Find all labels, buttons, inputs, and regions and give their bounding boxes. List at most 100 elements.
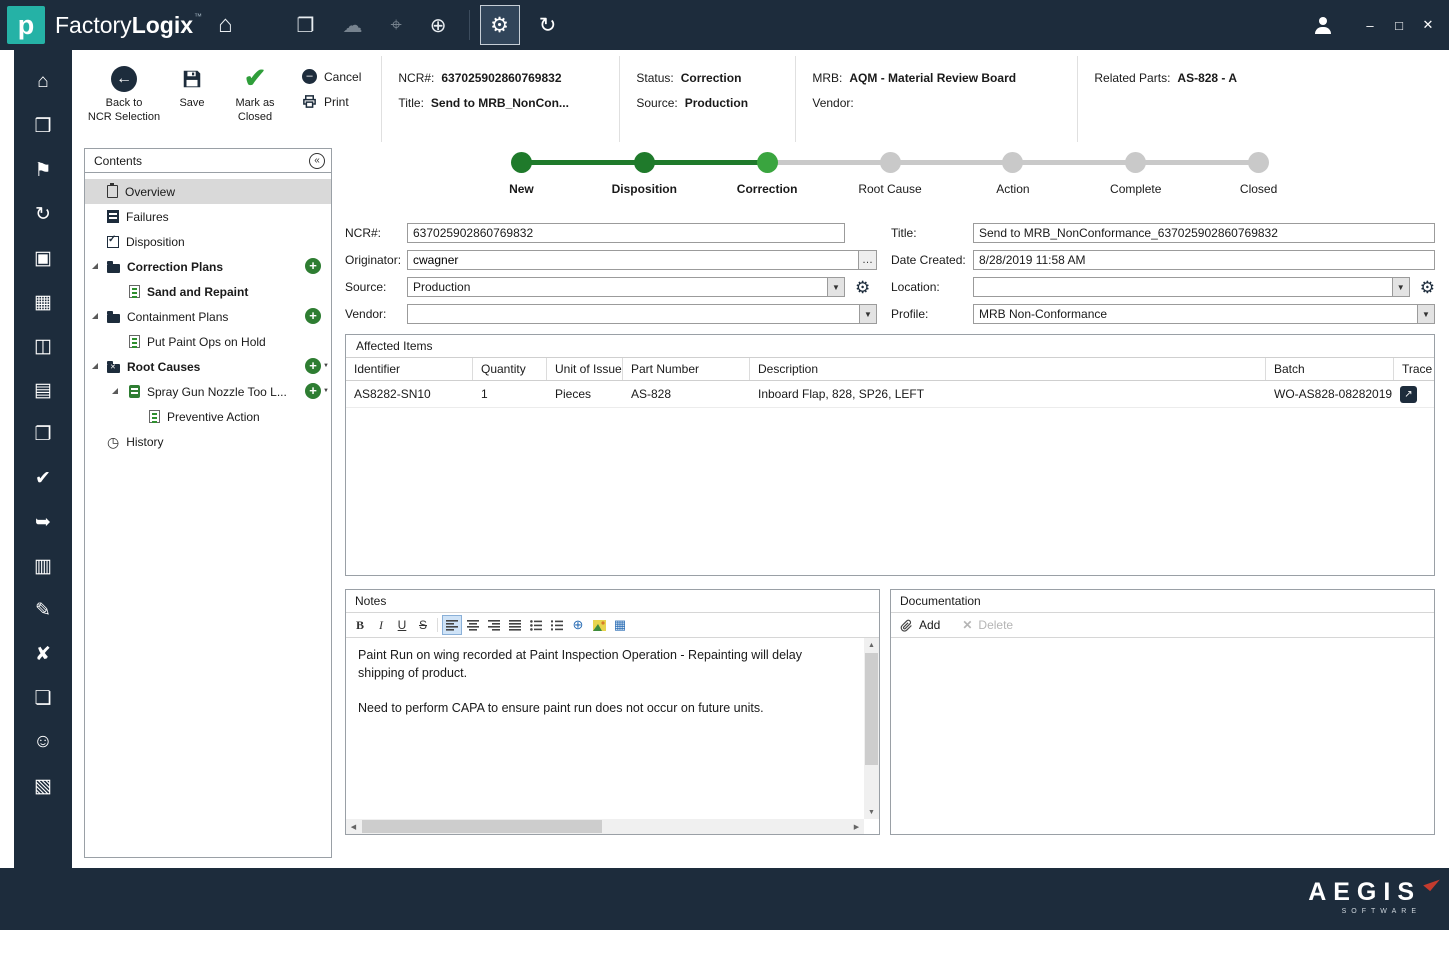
- insert-link-globe-button[interactable]: ⊕: [568, 615, 588, 635]
- add-correction-plan-button[interactable]: +: [305, 258, 321, 274]
- title-input[interactable]: [973, 223, 1435, 243]
- documents-icon[interactable]: ❐: [297, 13, 315, 38]
- sync-icon[interactable]: ↻: [528, 5, 568, 45]
- refresh-nav-icon[interactable]: ↻: [14, 192, 72, 236]
- underline-button[interactable]: U: [392, 615, 412, 635]
- copy-nav-icon[interactable]: ❐: [14, 412, 72, 456]
- horizontal-scrollbar[interactable]: ◀ ▶: [346, 819, 864, 834]
- tree-item-containment-plans[interactable]: Containment Plans +: [85, 304, 331, 329]
- home-nav-icon[interactable]: ⌂: [14, 60, 72, 104]
- bold-button[interactable]: B: [350, 615, 370, 635]
- verify-nav-icon[interactable]: ✔: [14, 456, 72, 500]
- minimize-button[interactable]: –: [1363, 18, 1377, 33]
- italic-button[interactable]: I: [371, 615, 391, 635]
- database-nav-icon[interactable]: ❒: [14, 104, 72, 148]
- column-header-description[interactable]: Description: [750, 358, 1266, 380]
- expander-caret-icon[interactable]: [92, 263, 98, 269]
- tree-item-root-causes[interactable]: Root Causes + ▼: [85, 354, 331, 379]
- close-button[interactable]: ✕: [1421, 17, 1435, 33]
- add-containment-plan-button[interactable]: +: [305, 308, 321, 324]
- reject-document-nav-icon[interactable]: ✘: [14, 632, 72, 676]
- strikethrough-button[interactable]: S: [413, 615, 433, 635]
- column-header-trace[interactable]: Trace: [1394, 358, 1434, 380]
- align-justify-button[interactable]: [505, 615, 525, 635]
- scrollbar-thumb[interactable]: [865, 653, 878, 765]
- add-root-cause-button[interactable]: +: [305, 358, 321, 374]
- scroll-right-icon[interactable]: ▶: [849, 820, 864, 834]
- vendor-select[interactable]: ▼: [407, 304, 877, 324]
- scroll-up-icon[interactable]: ▲: [864, 638, 879, 652]
- tree-item-disposition[interactable]: Disposition: [85, 229, 331, 254]
- column-header-quantity[interactable]: Quantity: [473, 358, 547, 380]
- insert-table-button[interactable]: ▦: [610, 615, 630, 635]
- source-select[interactable]: Production▼: [407, 277, 845, 297]
- print-button[interactable]: Print: [302, 94, 361, 109]
- tree-item-failures[interactable]: Failures: [85, 204, 331, 229]
- originator-picker-button[interactable]: …: [858, 251, 876, 269]
- source-settings-gear-icon[interactable]: ⚙: [855, 279, 870, 296]
- location-settings-gear-icon[interactable]: ⚙: [1420, 279, 1435, 296]
- column-header-batch[interactable]: Batch: [1266, 358, 1394, 380]
- monitor-nav-icon[interactable]: ▣: [14, 236, 72, 280]
- add-document-button[interactable]: Add: [900, 618, 940, 632]
- settings-gear-icon[interactable]: ⚙: [480, 5, 520, 45]
- affected-item-row[interactable]: AS8282-SN10 1 Pieces AS-828 Inboard Flap…: [346, 381, 1434, 408]
- profile-select[interactable]: MRB Non-Conformance▼: [973, 304, 1435, 324]
- scroll-down-icon[interactable]: ▼: [864, 805, 879, 819]
- notes-editor[interactable]: Paint Run on wing recorded at Paint Insp…: [346, 638, 879, 834]
- warehouse-nav-icon[interactable]: ◫: [14, 324, 72, 368]
- dropdown-arrow-icon[interactable]: ▼: [859, 305, 876, 323]
- trace-button[interactable]: ↗: [1400, 386, 1417, 403]
- date-created-input[interactable]: [973, 250, 1435, 270]
- scroll-left-icon[interactable]: ◀: [346, 820, 361, 834]
- tree-item-preventive-action[interactable]: Preventive Action: [85, 404, 331, 429]
- tree-item-history[interactable]: ◷ History: [85, 429, 331, 454]
- dropdown-arrow-icon[interactable]: ▼: [1417, 305, 1434, 323]
- bullet-list-button[interactable]: [526, 615, 546, 635]
- tree-item-correction-plans[interactable]: Correction Plans +: [85, 254, 331, 279]
- book-nav-icon[interactable]: ▤: [14, 368, 72, 412]
- vertical-scrollbar[interactable]: ▲ ▼: [864, 638, 879, 819]
- expander-caret-icon[interactable]: [92, 313, 98, 319]
- tree-item-sand-and-repaint[interactable]: Sand and Repaint: [85, 279, 331, 304]
- column-header-part-number[interactable]: Part Number: [623, 358, 750, 380]
- save-button[interactable]: Save: [164, 56, 220, 142]
- idcard-nav-icon[interactable]: ▥: [14, 544, 72, 588]
- edit-document-nav-icon[interactable]: ✎: [14, 588, 72, 632]
- add-action-button[interactable]: +: [305, 383, 321, 399]
- collapse-panel-icon[interactable]: «: [309, 153, 325, 169]
- insert-image-button[interactable]: [589, 615, 609, 635]
- expander-caret-icon[interactable]: [92, 363, 98, 369]
- add-root-cause-dropdown-icon[interactable]: ▼: [323, 363, 329, 369]
- news-nav-icon[interactable]: ▧: [14, 764, 72, 808]
- delete-document-button[interactable]: ✕ Delete: [962, 618, 1013, 632]
- column-header-unit-of-issue[interactable]: Unit of Issue: [547, 358, 623, 380]
- numbered-list-button[interactable]: [547, 615, 567, 635]
- cloud-icon[interactable]: ☁: [342, 13, 362, 38]
- transfer-nav-icon[interactable]: ➥: [14, 500, 72, 544]
- align-right-button[interactable]: [484, 615, 504, 635]
- production-nav-icon[interactable]: ⚑: [14, 148, 72, 192]
- tree-item-overview[interactable]: Overview: [85, 179, 331, 204]
- home-icon[interactable]: ⌂: [218, 11, 233, 39]
- add-action-dropdown-icon[interactable]: ▼: [323, 388, 329, 394]
- user-account-icon[interactable]: [1314, 17, 1332, 34]
- tree-item-spray-gun-nozzle[interactable]: Spray Gun Nozzle Too L... + ▼: [85, 379, 331, 404]
- tree-item-put-paint-ops-on-hold[interactable]: Put Paint Ops on Hold: [85, 329, 331, 354]
- support-person-nav-icon[interactable]: ☺: [14, 720, 72, 764]
- table-search-nav-icon[interactable]: ▦: [14, 280, 72, 324]
- originator-input[interactable]: [408, 251, 858, 269]
- align-center-button[interactable]: [463, 615, 483, 635]
- column-header-identifier[interactable]: Identifier: [346, 358, 473, 380]
- cancel-button[interactable]: – Cancel: [302, 69, 361, 84]
- tagged-document-nav-icon[interactable]: ❏: [14, 676, 72, 720]
- documentation-empty-area[interactable]: [891, 638, 1434, 834]
- location-select[interactable]: ▼: [973, 277, 1410, 297]
- scrollbar-thumb[interactable]: [362, 820, 602, 833]
- location-pin-icon[interactable]: ⌖: [390, 14, 401, 37]
- mark-as-closed-button[interactable]: ✔ Mark as Closed: [220, 56, 290, 142]
- back-to-ncr-selection-button[interactable]: ← Back to NCR Selection: [84, 56, 164, 142]
- dropdown-arrow-icon[interactable]: ▼: [827, 278, 844, 296]
- globe-icon[interactable]: ⊕: [430, 13, 447, 38]
- align-left-button[interactable]: [442, 615, 462, 635]
